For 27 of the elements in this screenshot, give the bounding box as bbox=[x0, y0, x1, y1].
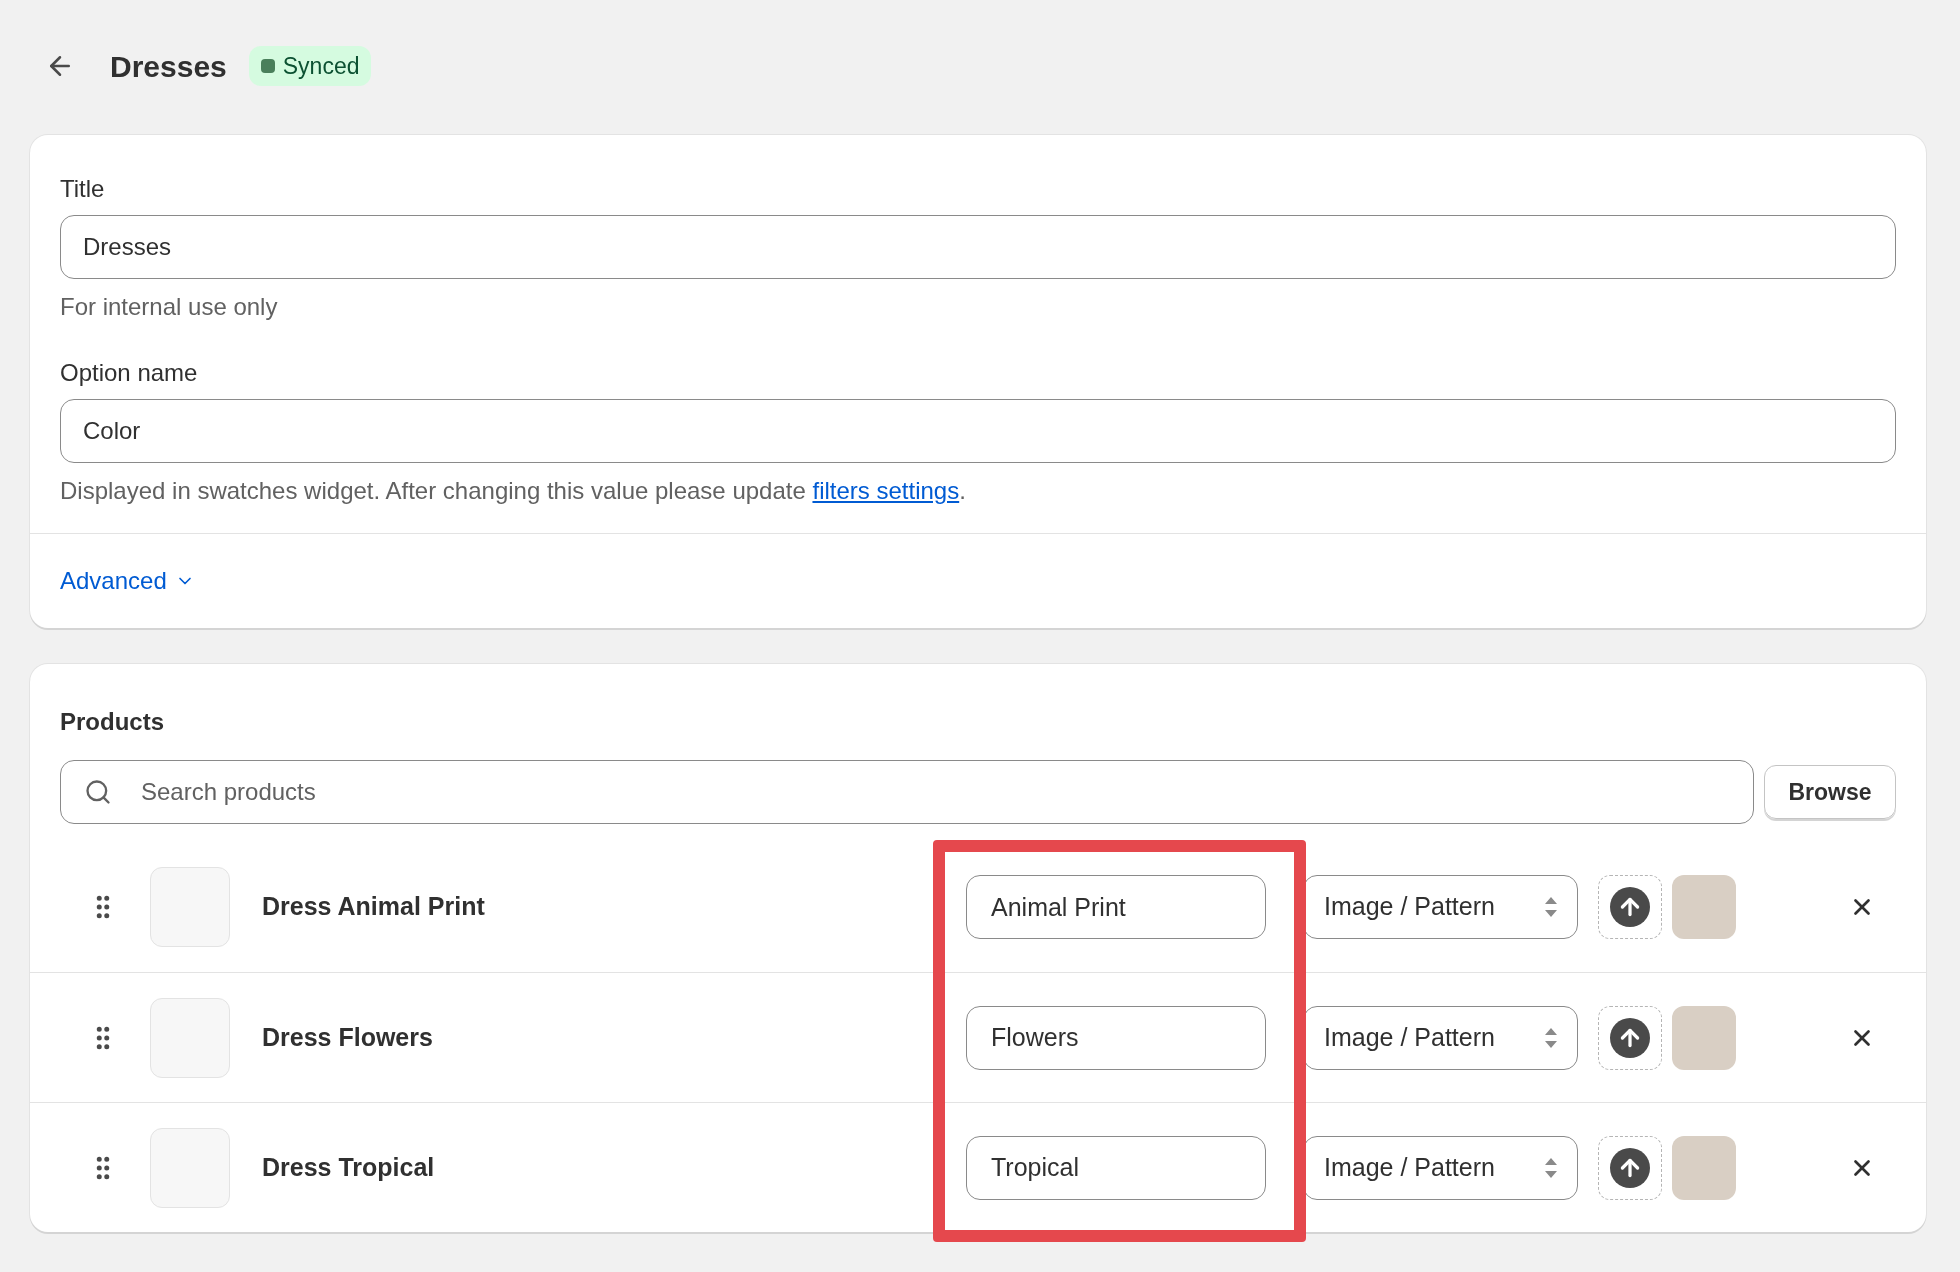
page-title: Dresses bbox=[110, 48, 227, 85]
select-arrows-icon bbox=[1543, 895, 1559, 919]
field-label: Title bbox=[60, 174, 106, 204]
title-input[interactable]: Dresses bbox=[60, 215, 1896, 279]
status-badge: Synced bbox=[248, 46, 372, 86]
option-name-input[interactable]: Color bbox=[60, 399, 1896, 463]
section-heading: Products bbox=[59, 707, 165, 737]
browse-button[interactable]: Browse bbox=[1764, 765, 1896, 819]
upload-button[interactable] bbox=[1598, 1135, 1662, 1200]
help-text: Displayed in swatches widget. After changing this value please update filters settings. bbox=[60, 476, 967, 506]
swatch-photo-placeholder bbox=[1672, 875, 1736, 939]
swatch-photo-placeholder bbox=[1672, 1135, 1736, 1200]
search-field[interactable]: Search products bbox=[60, 760, 1754, 824]
upload-button[interactable] bbox=[1598, 875, 1662, 939]
advanced-toggle[interactable]: Advanced bbox=[60, 563, 195, 599]
swatch-label-input[interactable]: Flowers bbox=[966, 1005, 1266, 1070]
product-name: Dress Flowers bbox=[262, 1021, 434, 1053]
product-name: Dress Animal Print bbox=[262, 891, 486, 923]
product-name: Dress Tropical bbox=[262, 1151, 436, 1183]
upload-button[interactable] bbox=[1598, 1005, 1662, 1070]
help-text: For internal use only bbox=[60, 292, 279, 322]
filters-settings-link[interactable]: filters settings bbox=[812, 477, 960, 504]
search-icon bbox=[84, 778, 112, 806]
swatch-label-input[interactable]: Animal Print bbox=[966, 875, 1266, 939]
swatch-photo-placeholder bbox=[1672, 1005, 1736, 1070]
swatch-label-input[interactable]: Tropical bbox=[966, 1135, 1266, 1200]
field-label: Option name bbox=[60, 358, 199, 388]
